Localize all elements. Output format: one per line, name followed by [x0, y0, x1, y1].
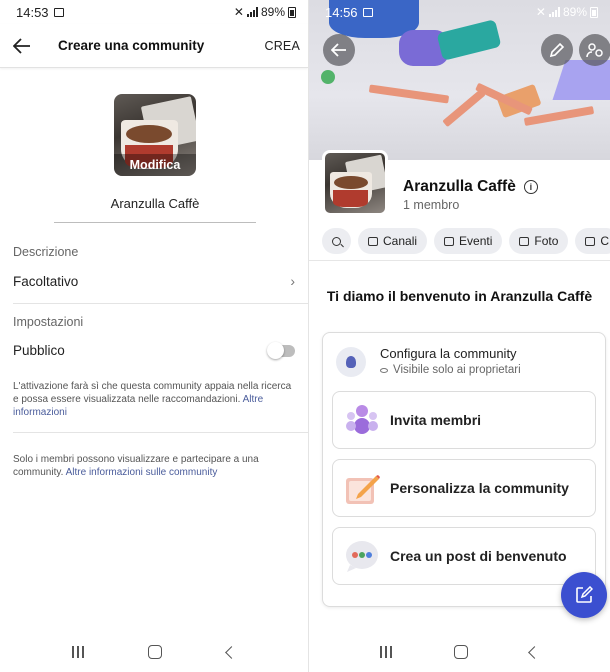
description-label: Descrizione [13, 245, 79, 259]
community-name-text: Aranzulla Caffè [403, 178, 516, 195]
mute-icon: ✕ [233, 5, 244, 19]
community-info-link[interactable]: Altre informazioni sulle community [66, 467, 218, 478]
community-name: Aranzulla Caffè i [403, 178, 538, 196]
community-home-screen: 14:56 ✕ 89% Aranzulla Caffè i 1 membro C… [308, 0, 610, 672]
battery-icon [590, 6, 598, 18]
recents-button[interactable] [380, 646, 392, 658]
welcome-post-label: Crea un post di benvenuto [390, 548, 567, 564]
back-button[interactable] [323, 34, 355, 66]
divider [13, 303, 308, 304]
description-value: Facoltativo [13, 273, 79, 289]
configure-subtitle: Visibile solo ai proprietari [380, 364, 521, 376]
gallery-icon [53, 7, 64, 17]
welcome-post-button[interactable]: Crea un post di benvenuto [332, 527, 596, 585]
status-time: 14:56 [325, 4, 358, 20]
configure-section: Configura la community Visibile solo ai … [336, 345, 595, 385]
manage-members-button[interactable] [579, 34, 610, 66]
people-icon [344, 402, 380, 438]
back-button[interactable] [0, 24, 44, 68]
community-name-input[interactable]: Aranzulla Caffè [54, 192, 256, 223]
invite-members-button[interactable]: Invita membri [332, 391, 596, 449]
battery-text: 89% [562, 5, 587, 19]
status-bar: 14:53 ✕ 89% [0, 0, 308, 24]
create-button[interactable]: CREA [264, 39, 300, 53]
arrow-left-icon [331, 43, 346, 57]
arrow-left-icon [13, 37, 30, 54]
chat-bubble-icon [344, 538, 380, 574]
photo-icon [519, 236, 530, 246]
community-avatar-editor[interactable]: Modifica [114, 94, 196, 176]
divider [13, 432, 308, 433]
visibility-text: Visibile solo ai proprietari [393, 364, 521, 376]
signal-icon [548, 7, 560, 17]
footer-note: Solo i membri possono visualizzare e par… [13, 453, 296, 479]
divider [309, 260, 610, 261]
system-nav-bar [309, 632, 610, 672]
pencil-icon [549, 42, 565, 58]
edit-cover-button[interactable] [541, 34, 573, 66]
compose-post-button[interactable] [561, 572, 607, 618]
compose-icon [576, 586, 593, 603]
tab-label: Foto [534, 234, 559, 248]
link-icon [585, 236, 596, 246]
configure-title: Configura la community [380, 346, 517, 361]
mute-icon: ✕ [535, 5, 546, 19]
edit-photo-button[interactable]: Modifica [114, 154, 196, 176]
public-row: Pubblico [13, 341, 295, 359]
nav-back-button[interactable] [528, 645, 541, 659]
search-icon [332, 236, 341, 246]
customize-community-label: Personalizza la community [390, 480, 569, 496]
community-avatar [322, 150, 388, 216]
home-button[interactable] [454, 645, 468, 659]
calendar-icon [444, 236, 455, 246]
tab-search[interactable] [322, 228, 351, 254]
battery-icon [288, 6, 296, 18]
gallery-icon [362, 7, 373, 17]
system-nav-bar [0, 632, 308, 672]
cover-image [309, 0, 610, 160]
status-time: 14:53 [16, 4, 49, 20]
pencil-paper-icon [344, 470, 380, 506]
home-button[interactable] [148, 645, 163, 659]
recents-button[interactable] [72, 646, 85, 658]
tab-events[interactable]: Eventi [434, 228, 503, 254]
tab-bar: Canali Eventi Foto C [322, 228, 610, 254]
tab-links[interactable]: C [575, 228, 610, 254]
public-toggle[interactable] [267, 341, 295, 359]
tab-label: Canali [383, 234, 418, 248]
person-settings-icon [586, 43, 603, 58]
customize-community-button[interactable]: Personalizza la community [332, 459, 596, 517]
welcome-heading: Ti diamo il benvenuto in Aranzulla Caffè [326, 288, 593, 304]
tab-label: Eventi [459, 234, 493, 248]
signal-icon [246, 7, 258, 17]
info-icon[interactable]: i [523, 180, 538, 194]
status-bar: 14:56 ✕ 89% [309, 0, 610, 24]
channels-icon [368, 236, 378, 246]
setup-card: Configura la community Visibile solo ai … [322, 332, 606, 607]
eye-icon [380, 367, 388, 373]
tab-channels[interactable]: Canali [358, 228, 428, 254]
battery-text: 89% [260, 5, 285, 19]
lightbulb-icon [336, 347, 366, 377]
chevron-right-icon: › [290, 273, 295, 289]
member-count: 1 membro [403, 198, 460, 212]
header: Creare una community CREA [0, 24, 308, 68]
page-title: Creare una community [58, 38, 205, 53]
settings-label: Impostazioni [13, 315, 84, 329]
tab-label: C [600, 234, 610, 248]
public-label: Pubblico [13, 343, 65, 358]
description-row[interactable]: Facoltativo › [13, 273, 295, 289]
create-community-screen: 14:53 ✕ 89% Creare una community CREA Mo… [0, 0, 308, 672]
invite-members-label: Invita membri [390, 412, 482, 428]
tab-photos[interactable]: Foto [509, 228, 569, 254]
public-note: L'attivazione farà sì che questa communi… [13, 380, 296, 419]
nav-back-button[interactable] [224, 645, 238, 659]
